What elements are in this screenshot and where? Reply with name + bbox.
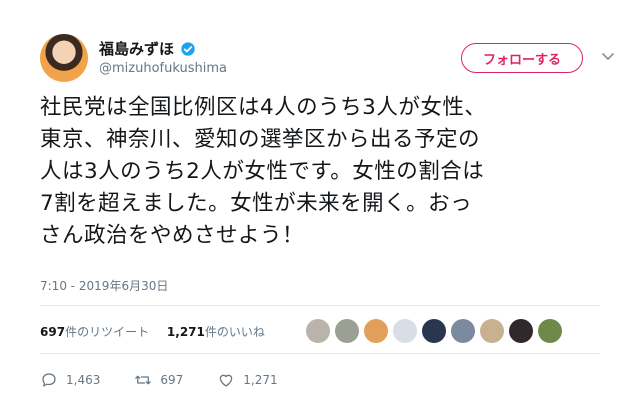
liker-avatar[interactable] — [538, 319, 562, 343]
engagement-stats: 697件のリツイート 1,271件のいいね — [40, 323, 265, 340]
like-count: 1,271 — [166, 325, 205, 339]
tweet-line: 東京、神奈川、愛知の選挙区から出る予定の — [40, 127, 481, 152]
display-name[interactable]: 福島みずほ — [99, 38, 174, 59]
like-action[interactable]: 1,271 — [217, 371, 278, 389]
tweet-text: 社民党は全国比例区は4人のうち3人が女性、 東京、神奈川、愛知の選挙区から出る予… — [40, 92, 610, 252]
like-stat[interactable]: 1,271件のいいね — [167, 325, 265, 339]
user-name-row[interactable]: 福島みずほ — [99, 38, 196, 59]
liker-avatar[interactable] — [451, 319, 475, 343]
verified-badge-icon — [181, 41, 195, 56]
tweet-timestamp[interactable]: 7:10 - 2019年6月30日 — [40, 277, 168, 294]
liker-avatar[interactable] — [480, 319, 504, 343]
liker-avatar[interactable] — [335, 319, 359, 343]
divider — [40, 305, 600, 306]
retweet-stat[interactable]: 697件のリツイート — [40, 325, 149, 339]
retweet-count: 697 — [40, 325, 66, 339]
like-stat-label: 件のいいね — [204, 325, 265, 339]
liker-avatar[interactable] — [364, 319, 388, 343]
liker-avatar[interactable] — [509, 319, 533, 343]
follow-button[interactable]: フォローする — [461, 43, 583, 73]
tweet-line: さん政治をやめさせよう！ — [40, 223, 305, 248]
retweet-action-count: 697 — [160, 373, 184, 387]
liker-avatar[interactable] — [422, 319, 446, 343]
reply-action[interactable]: 1,463 — [40, 371, 100, 389]
chevron-down-icon[interactable] — [600, 48, 616, 64]
tweet-line: 7割を超えました。女性が未来を開く。おっ — [40, 191, 473, 216]
divider — [40, 353, 600, 354]
liker-avatars — [306, 319, 562, 343]
user-handle[interactable]: @mizuhofukushima — [99, 61, 227, 76]
reply-count: 1,463 — [66, 373, 101, 387]
avatar[interactable] — [40, 34, 88, 82]
retweet-icon — [135, 375, 152, 385]
retweet-action[interactable]: 697 — [134, 371, 183, 389]
like-action-count: 1,271 — [243, 373, 278, 387]
action-bar: 1,463 697 1,271 — [40, 371, 312, 389]
liker-avatar[interactable] — [393, 319, 417, 343]
liker-avatar[interactable] — [306, 319, 330, 343]
retweet-stat-label: 件のリツイート — [65, 325, 150, 339]
reply-icon — [42, 373, 56, 387]
tweet-line: 人は3人のうち2人が女性です。女性の割合は — [40, 159, 485, 184]
tweet-line: 社民党は全国比例区は4人のうち3人が女性、 — [40, 95, 487, 120]
like-icon — [220, 374, 233, 387]
